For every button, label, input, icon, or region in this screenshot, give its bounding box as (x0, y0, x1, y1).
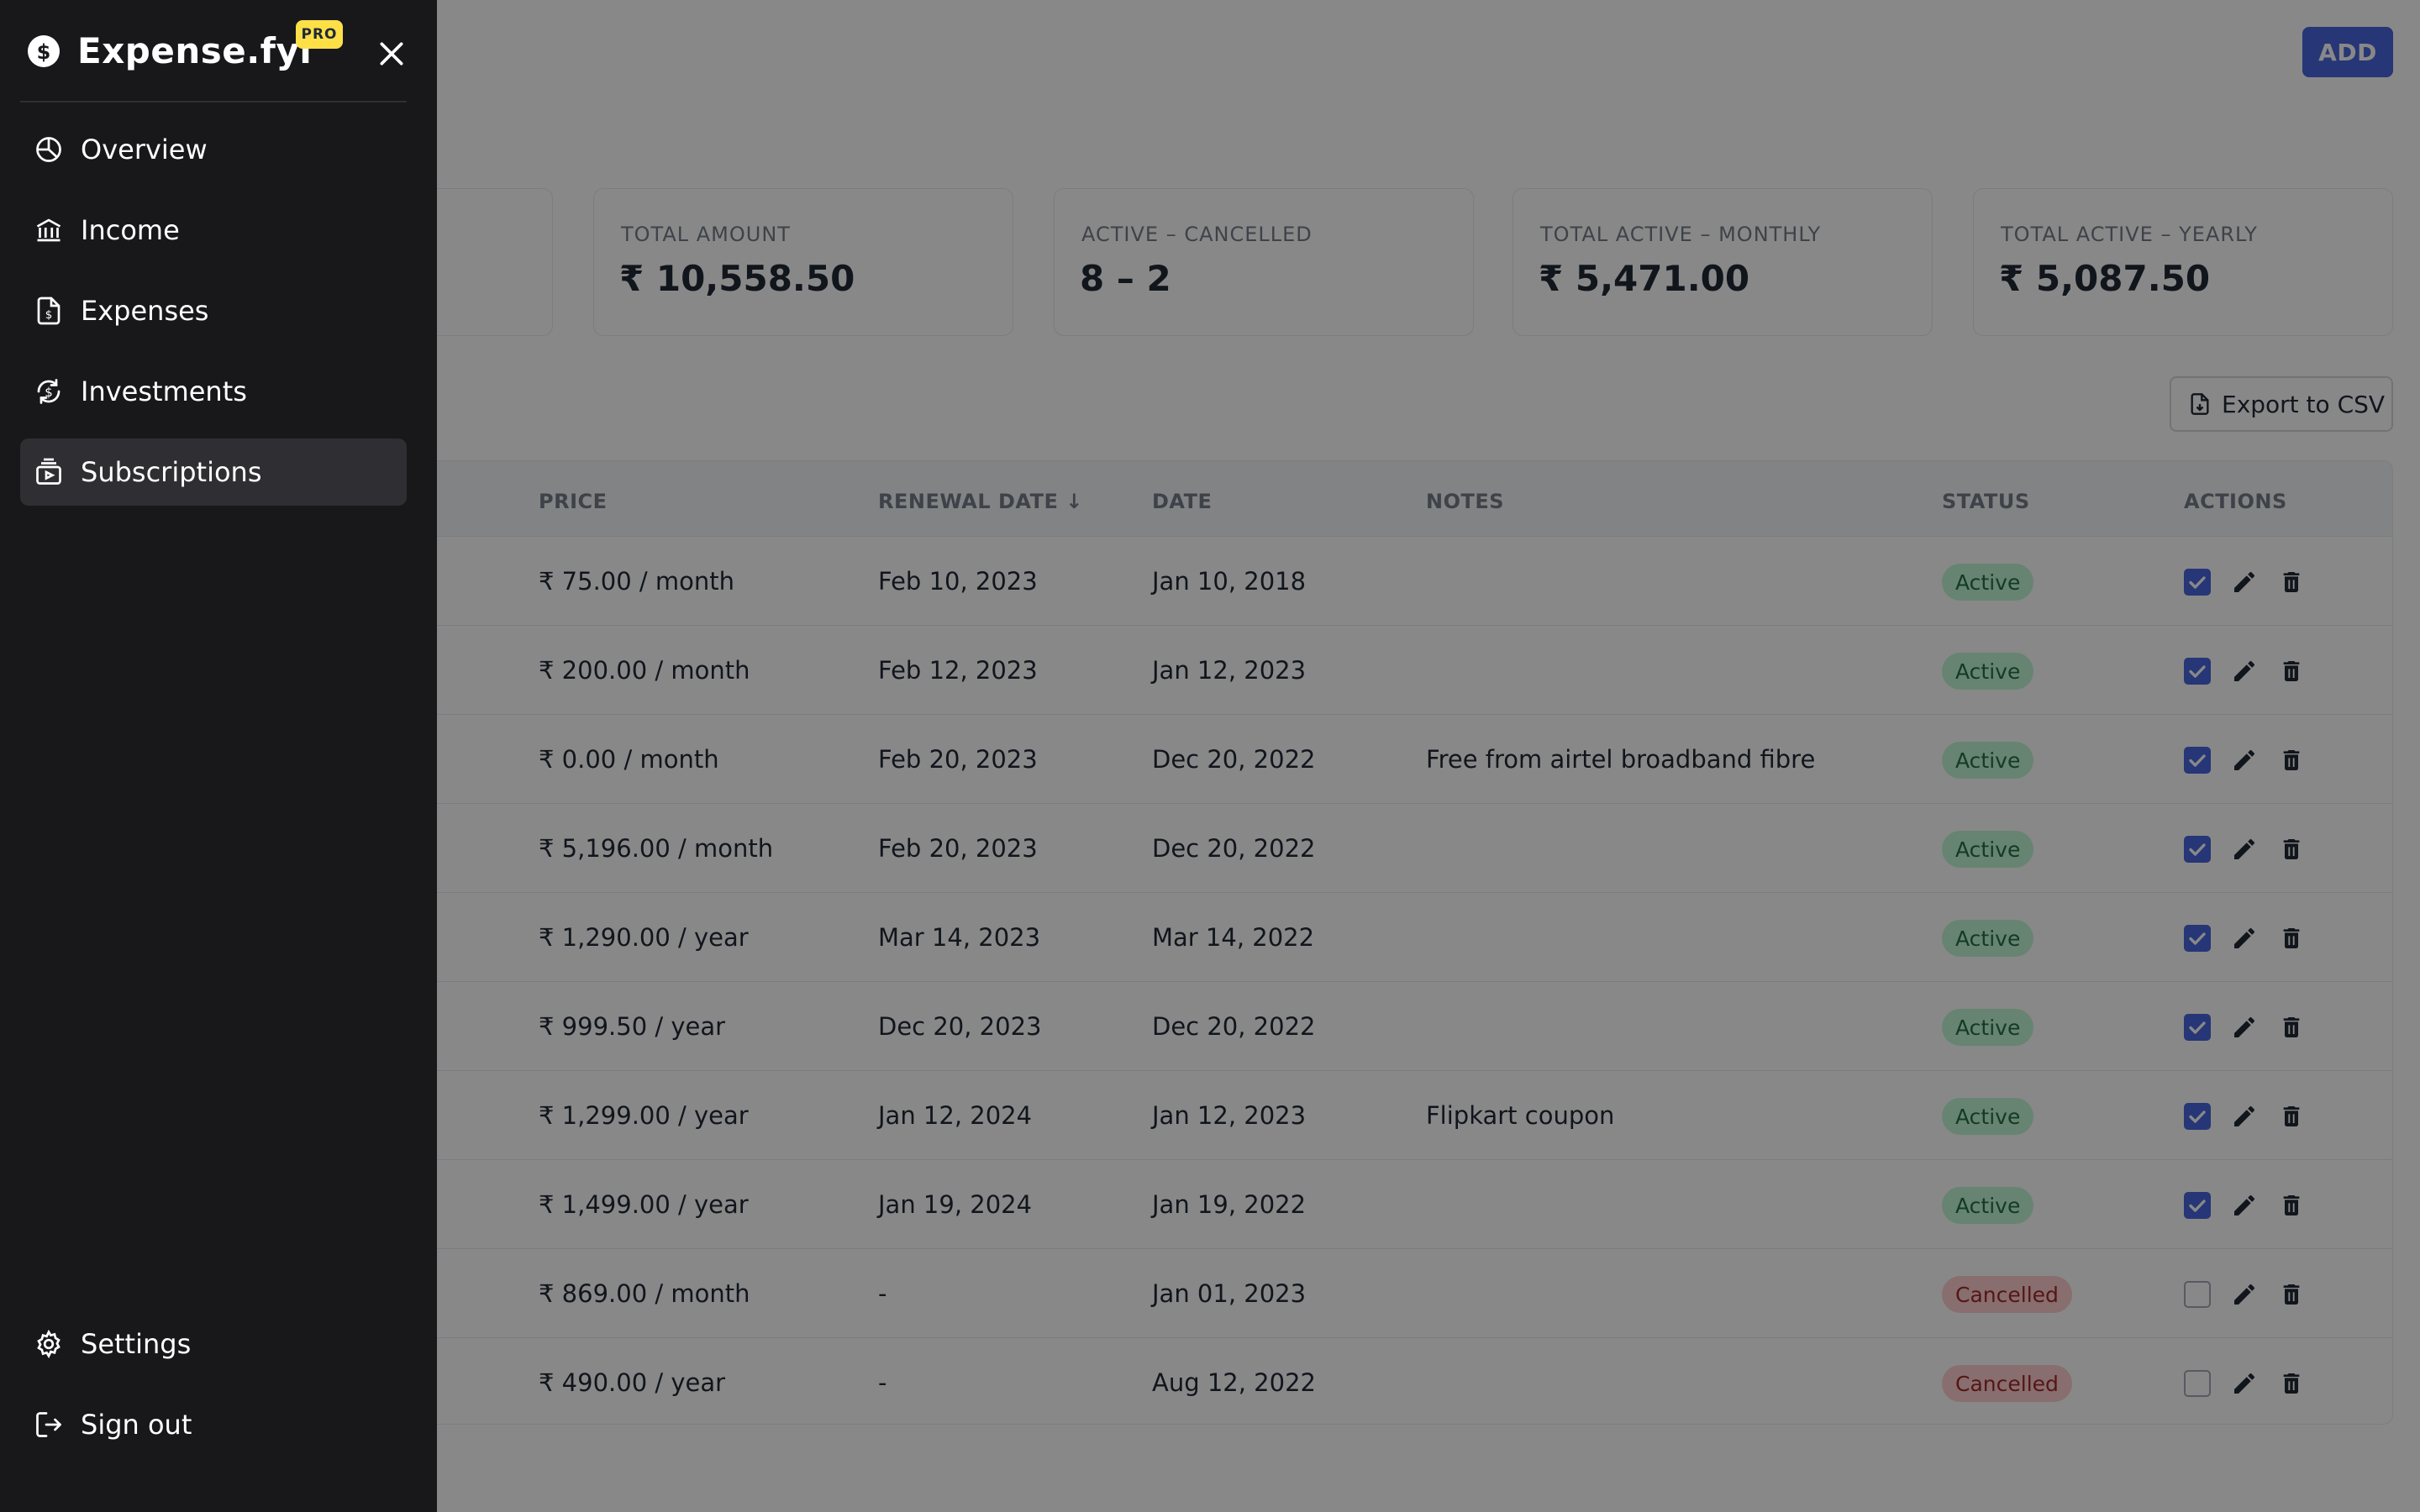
subscription-icon (36, 458, 61, 485)
sidebar-item-investments[interactable]: $ Investments (20, 358, 407, 425)
svg-text:$: $ (37, 40, 51, 64)
sidebar-item-label: Subscriptions (81, 456, 262, 488)
svg-text:$: $ (45, 385, 53, 400)
sidebar-item-label: Investments (81, 375, 247, 407)
sidebar-item-sign-out[interactable]: Sign out (20, 1391, 407, 1458)
sidebar-item-label: Income (81, 214, 180, 246)
bank-icon (36, 218, 61, 242)
sidebar-item-overview[interactable]: Overview (20, 116, 407, 183)
sidebar-item-settings[interactable]: Settings (20, 1310, 407, 1378)
sidebar-item-label: Settings (81, 1328, 192, 1360)
pie-chart-icon (36, 137, 61, 162)
sidebar-item-subscriptions[interactable]: Subscriptions (20, 438, 407, 506)
gear-icon (37, 1329, 60, 1359)
sidebar-item-label: Expenses (81, 295, 209, 327)
close-icon[interactable] (375, 37, 408, 71)
sidebar-item-label: Overview (81, 134, 208, 165)
brand: $ Expense.fyi (27, 30, 312, 71)
app-name: Expense.fyi (77, 30, 313, 71)
sidebar-item-expenses[interactable]: $ Expenses (20, 277, 407, 344)
sidebar-item-label: Sign out (81, 1409, 192, 1441)
dollar-logo-icon: $ (28, 34, 60, 67)
svg-text:$: $ (45, 308, 53, 322)
sign-out-icon (36, 1412, 61, 1437)
sidebar: $ Expense.fyi PRO Overview Income $ Expe… (0, 0, 437, 1512)
receipt-icon: $ (37, 297, 60, 325)
sidebar-item-income[interactable]: Income (20, 197, 407, 264)
pro-badge: PRO (296, 20, 343, 49)
investment-icon: $ (37, 379, 60, 404)
sidebar-divider (20, 101, 407, 102)
